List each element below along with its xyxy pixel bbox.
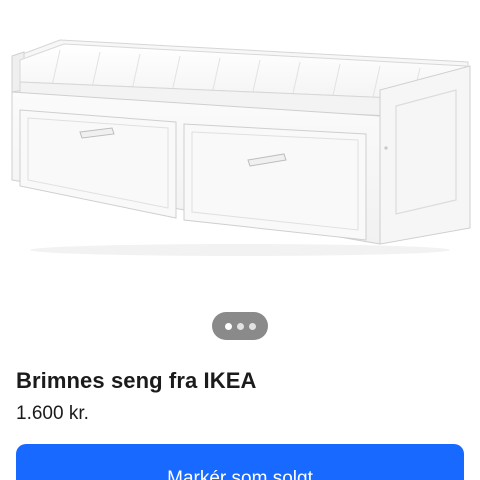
listing-page: Brimnes seng fra IKEA 1.600 kr. Markér s… — [0, 0, 480, 480]
listing-price: 1.600 kr. — [16, 403, 89, 424]
carousel-dot[interactable] — [248, 322, 256, 330]
product-image[interactable] — [0, 0, 480, 300]
carousel-dot[interactable] — [224, 322, 232, 330]
image-carousel-indicator[interactable] — [212, 312, 268, 340]
carousel-dot[interactable] — [236, 322, 244, 330]
daybed-illustration — [11, 39, 471, 256]
mark-as-sold-button[interactable]: Markér som solgt — [16, 444, 464, 480]
listing-title: Brimnes seng fra IKEA — [16, 368, 257, 393]
